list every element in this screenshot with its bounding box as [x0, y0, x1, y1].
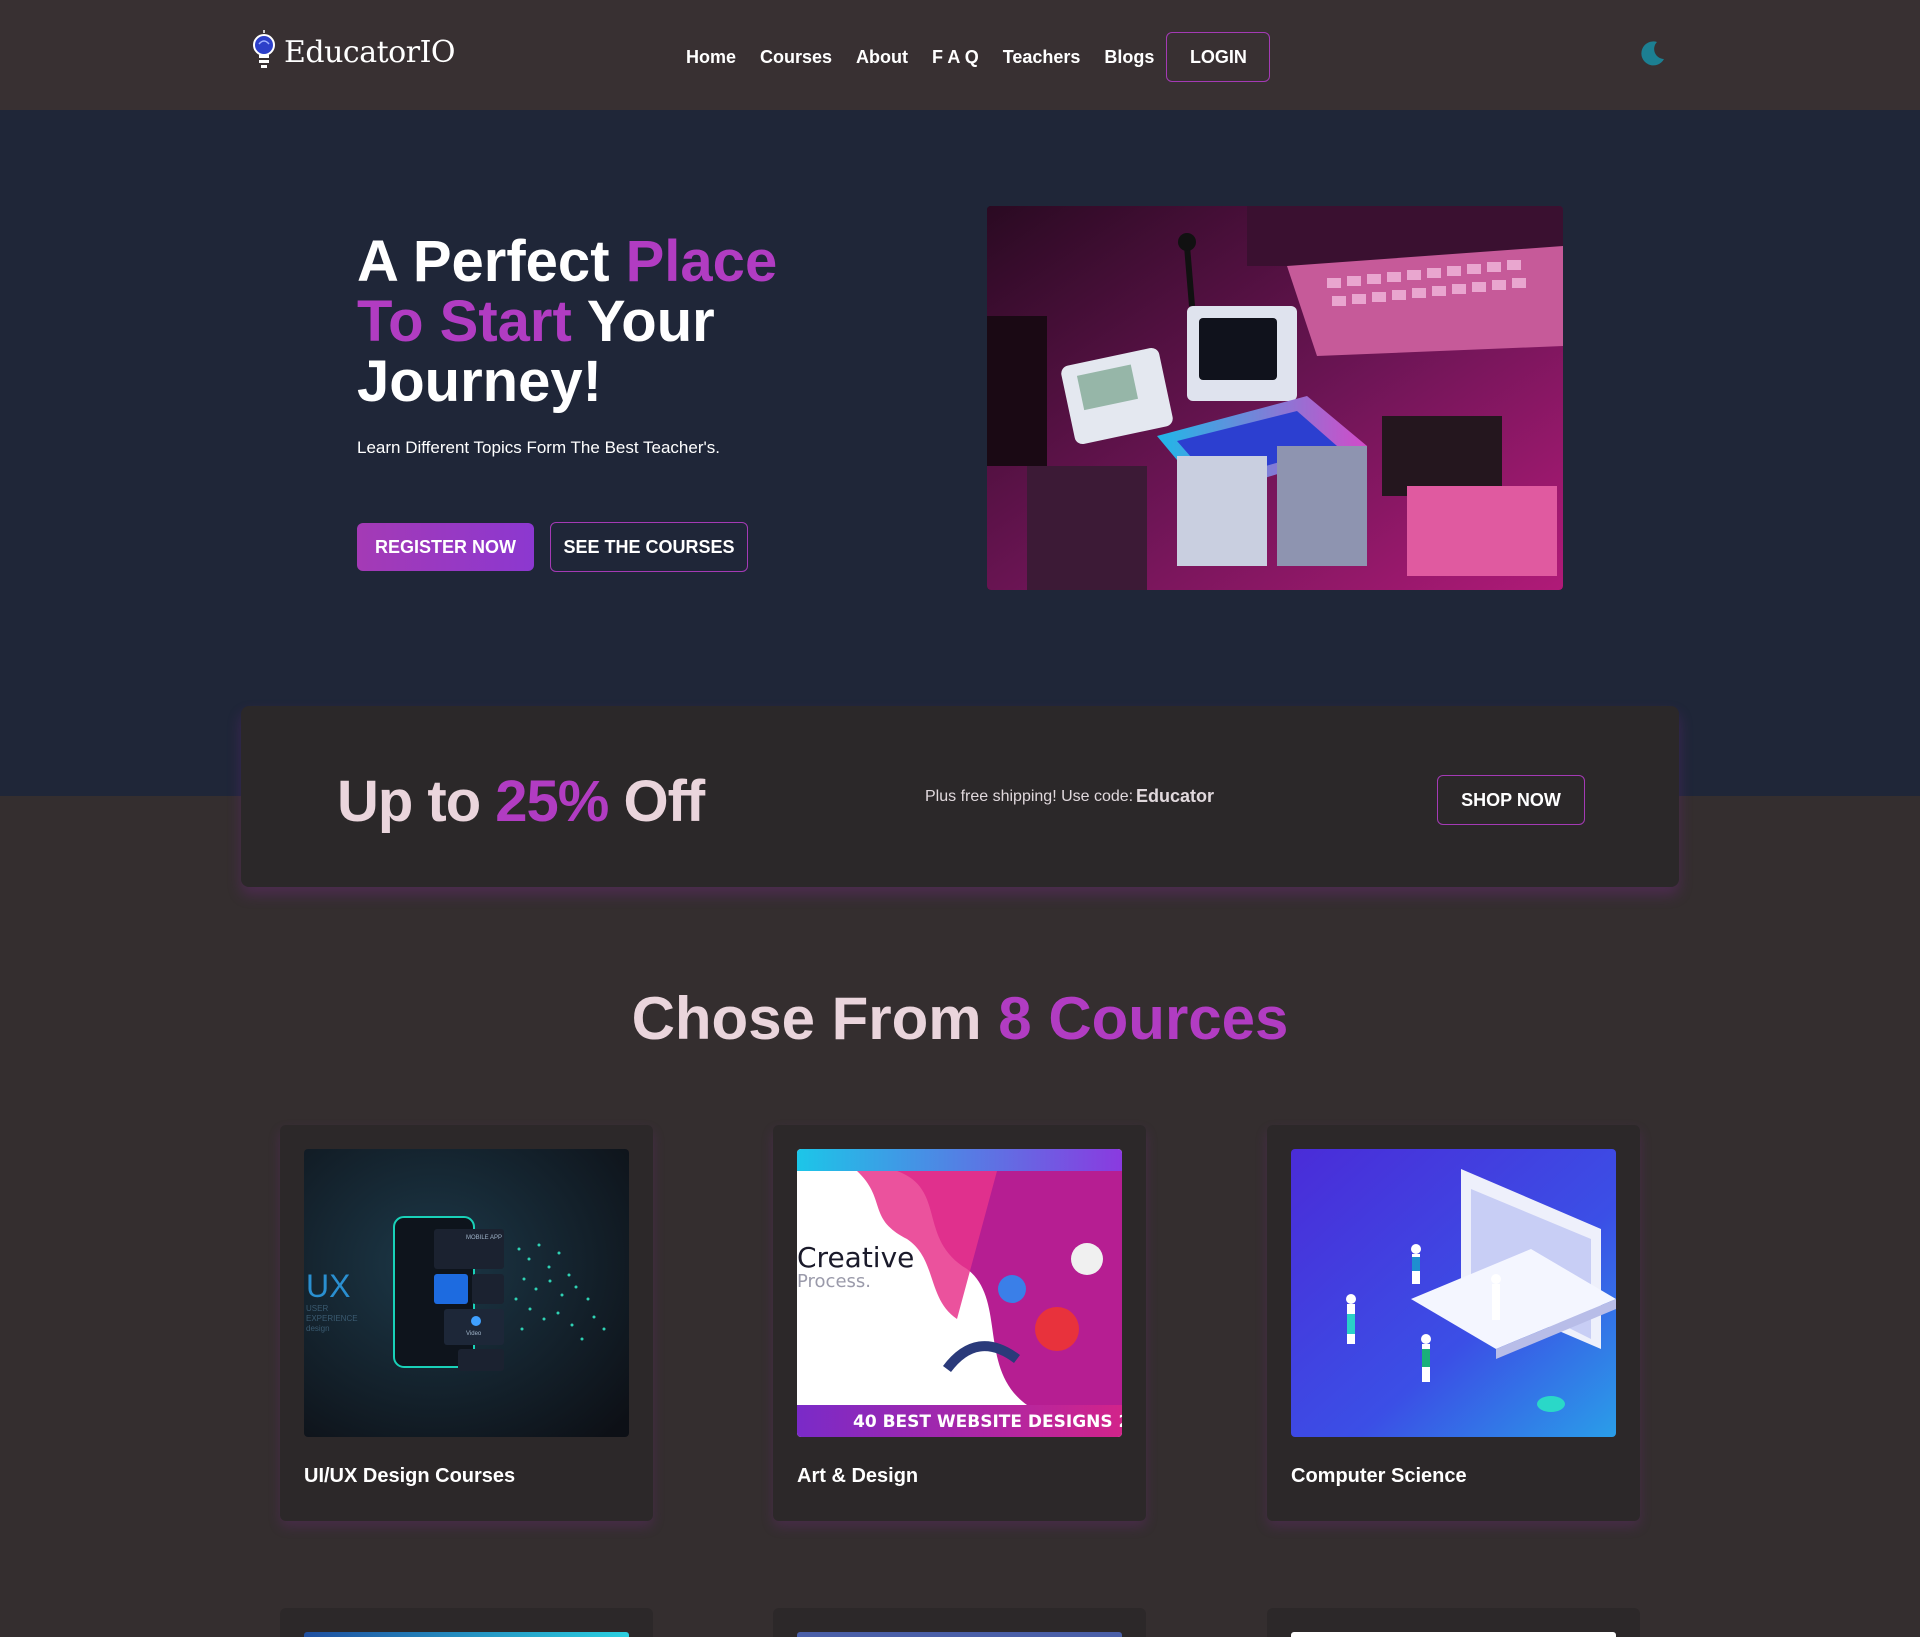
offer-title: Up to 25% Off — [337, 768, 706, 835]
nav-faq[interactable]: F A Q — [932, 47, 979, 68]
course-card-art-design[interactable]: LOGO Creative Process. 40 BEST WEBSITE D… — [773, 1125, 1146, 1521]
course-title: UI/UX Design Courses — [304, 1465, 516, 1487]
hero-title-text: Journey! — [357, 349, 602, 414]
nav-teachers[interactable]: Teachers — [1003, 47, 1081, 68]
courses-heading: Chose From 8 Cources — [0, 984, 1920, 1053]
art-banner-label: 40 BEST WEBSITE DESIGNS 2022 — [853, 1412, 1122, 1432]
moon-icon[interactable] — [1640, 40, 1666, 66]
nav-about[interactable]: About — [856, 47, 908, 68]
promo-code: Educator — [1136, 786, 1215, 806]
course-card-computer-science[interactable]: Computer Science — [1267, 1125, 1640, 1521]
hero-section — [0, 110, 1920, 796]
course-image-art-design: LOGO Creative Process. 40 BEST WEBSITE D… — [797, 1149, 1122, 1437]
offer-title-text: Up to — [337, 769, 496, 834]
offer-subtitle: Plus free shipping! Use code: — [925, 788, 1134, 805]
nav-home[interactable]: Home — [686, 47, 736, 68]
courses-heading-accent: 8 Cources — [998, 985, 1289, 1052]
brand-name: EducatorIO — [284, 34, 456, 70]
offer-discount: 25% — [495, 769, 609, 834]
course-title: Art & Design — [797, 1465, 919, 1487]
course-card-peek[interactable] — [280, 1608, 653, 1637]
courses-heading-text: Chose From — [631, 985, 999, 1052]
retro-computers-illustration — [987, 206, 1563, 590]
hero-subtitle: Learn Different Topics Form The Best Tea… — [357, 438, 720, 457]
hero-title-accent: Place — [625, 229, 778, 294]
course-image-uiux: UX USER EXPERIENCE design MOBILE APP Vid… — [304, 1149, 629, 1437]
brand-logo[interactable]: EducatorIO — [250, 30, 456, 74]
nav-courses[interactable]: Courses — [760, 47, 832, 68]
art-design-illustration: LOGO Creative Process. 40 BEST WEBSITE D… — [797, 1149, 1122, 1437]
lightbulb-icon — [253, 30, 275, 68]
art-creative-label: Creative — [797, 1241, 914, 1274]
hero-title-accent: To Start — [357, 289, 572, 354]
main-nav: Home Courses About F A Q Teachers Blogs … — [686, 32, 1271, 82]
course-card-uiux[interactable]: UX USER EXPERIENCE design MOBILE APP Vid… — [280, 1125, 653, 1521]
uiux-video-label: Video — [466, 1331, 482, 1337]
course-card-peek[interactable] — [773, 1608, 1146, 1637]
hero-title-text: Your — [571, 289, 715, 354]
course-image-peek — [797, 1632, 1122, 1637]
course-image-computer-science — [1291, 1149, 1616, 1437]
uiux-ux-label: UX — [306, 1268, 350, 1304]
uiux-illustration: UX USER EXPERIENCE design MOBILE APP Vid… — [304, 1149, 629, 1437]
course-card-peek[interactable] — [1267, 1608, 1640, 1637]
course-title: Computer Science — [1291, 1465, 1467, 1487]
hero-image-retro-computers — [987, 206, 1563, 590]
art-process-label: Process. — [797, 1271, 871, 1292]
computer-science-illustration — [1291, 1149, 1616, 1437]
hero-title-text: A Perfect — [357, 229, 626, 294]
nav-blogs[interactable]: Blogs — [1104, 47, 1154, 68]
shop-now-button[interactable]: SHOP NOW — [1437, 775, 1585, 825]
course-image-peek — [1291, 1632, 1616, 1637]
offer-title-text: Off — [608, 769, 706, 834]
hero-title: A Perfect Place To Start Your Journey! — [357, 232, 877, 412]
uiux-user-label: USER — [306, 1304, 328, 1313]
uiux-experience-label: EXPERIENCE — [306, 1314, 358, 1323]
see-courses-button[interactable]: SEE THE COURSES — [550, 522, 748, 572]
navbar: EducatorIO Home Courses About F A Q Teac… — [0, 0, 1920, 110]
course-image-peek — [304, 1632, 629, 1637]
offer-banner: Up to 25% Off Plus free shipping! Use co… — [241, 706, 1679, 887]
login-button[interactable]: LOGIN — [1166, 32, 1271, 82]
art-logo-label: LOGO — [799, 1190, 820, 1197]
register-button[interactable]: REGISTER NOW — [357, 523, 534, 571]
uiux-mobile-app-label: MOBILE APP — [466, 1235, 502, 1241]
uiux-design-label: design — [306, 1324, 330, 1333]
